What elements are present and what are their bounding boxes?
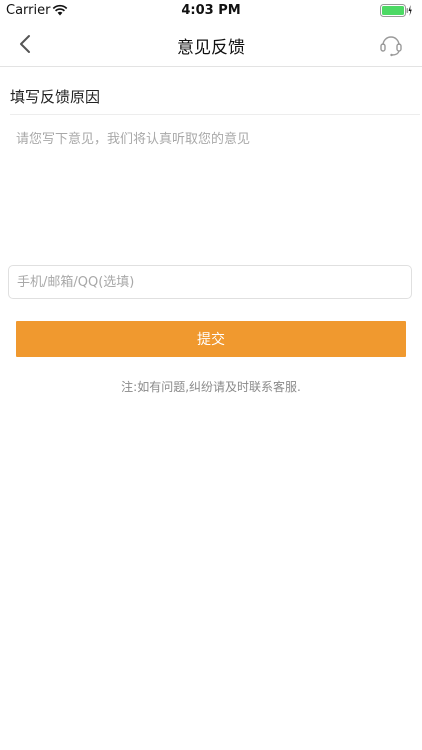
support-note: 注:如有问题,纠纷请及时联系客服.: [121, 380, 301, 394]
status-bar: Carrier 4:03 PM: [0, 0, 422, 22]
headset-icon[interactable]: [378, 31, 404, 57]
feedback-textarea[interactable]: [10, 124, 422, 252]
contact-input[interactable]: [8, 265, 412, 299]
divider: [10, 114, 420, 115]
status-time: 4:03 PM: [181, 3, 241, 18]
nav-bar: 意见反馈: [0, 22, 422, 67]
battery-icon: [380, 4, 412, 17]
page-title: 意见反馈: [177, 38, 245, 58]
section-title: 填写反馈原因: [10, 88, 101, 106]
submit-button[interactable]: 提交: [16, 321, 406, 357]
